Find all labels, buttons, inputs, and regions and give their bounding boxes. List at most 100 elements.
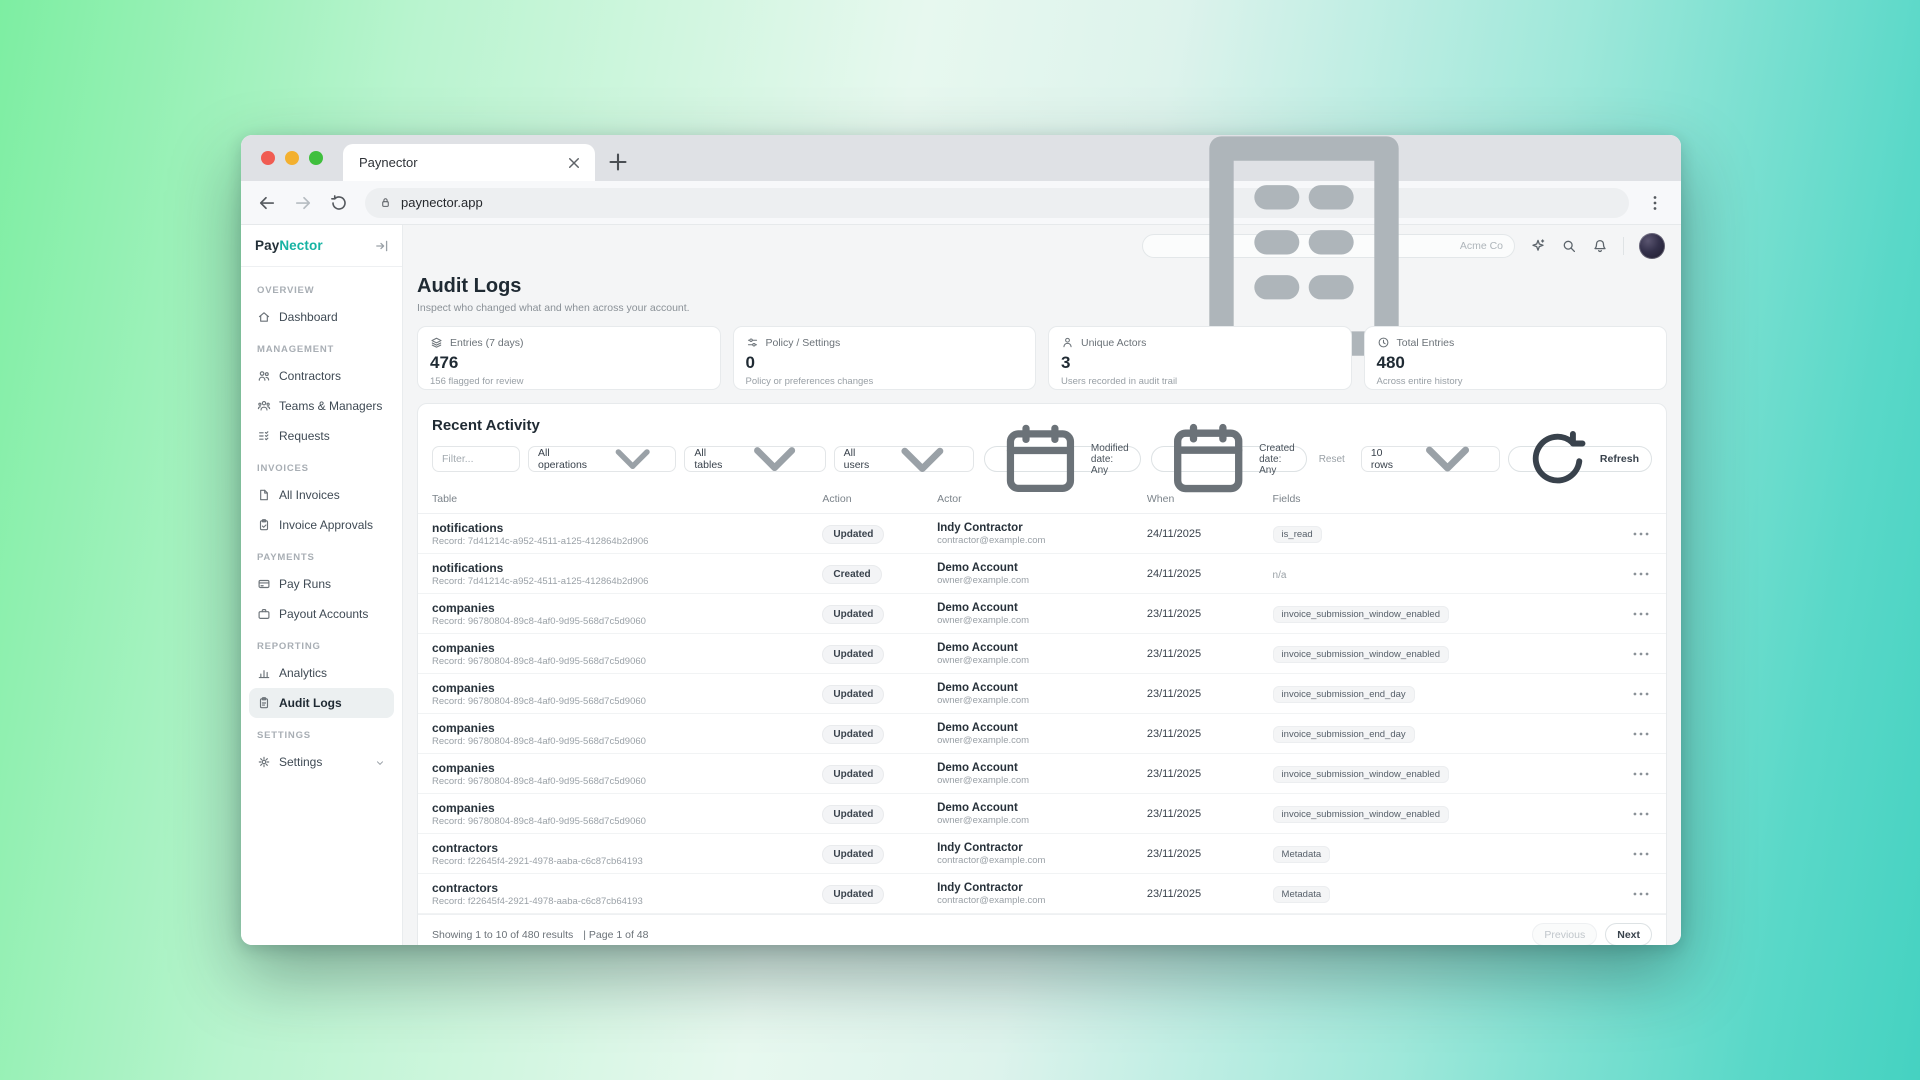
row-menu-button[interactable]: [1630, 723, 1652, 745]
forward-button[interactable]: [293, 193, 313, 213]
row-menu-button[interactable]: [1630, 883, 1652, 905]
action-badge: Updated: [822, 685, 884, 704]
next-page-button[interactable]: Next: [1605, 923, 1652, 945]
app-logo: PayNector: [255, 238, 323, 253]
sidebar-item-analytics[interactable]: Analytics: [249, 658, 394, 688]
page-content: Audit Logs Inspect who changed what and …: [403, 267, 1681, 945]
rows-per-page-select[interactable]: 10 rows: [1361, 446, 1500, 472]
refresh-button[interactable]: Refresh: [1508, 446, 1652, 472]
table-row: contractorsRecord: f22645f4-2921-4978-aa…: [418, 834, 1666, 874]
reload-button[interactable]: [329, 193, 349, 213]
row-menu-button[interactable]: [1630, 683, 1652, 705]
users-select[interactable]: All users: [834, 446, 974, 472]
row-record-id: Record: 7d41214c-a952-4511-a125-412864b2…: [432, 536, 822, 547]
home-icon: [257, 310, 271, 324]
sidebar-item-all-invoices[interactable]: All Invoices: [249, 480, 394, 510]
sidebar-item-label: Requests: [279, 429, 330, 443]
row-menu-button[interactable]: [1630, 563, 1652, 585]
action-badge: Updated: [822, 805, 884, 824]
new-tab-button[interactable]: [605, 149, 631, 175]
column-header-action: Action: [822, 493, 937, 505]
maximize-window-button[interactable]: [309, 151, 323, 165]
calendar-icon: [1163, 414, 1253, 504]
tables-select[interactable]: All tables: [684, 446, 825, 472]
stat-value: 480: [1377, 353, 1655, 373]
reset-filters-button[interactable]: Reset: [1319, 454, 1345, 465]
briefcase-icon: [257, 607, 271, 621]
row-menu-button[interactable]: [1630, 843, 1652, 865]
row-record-id: Record: f22645f4-2921-4978-aaba-c6c87cb6…: [432, 856, 822, 867]
row-table-name: companies: [432, 641, 822, 655]
table-row: companiesRecord: 96780804-89c8-4af0-9d95…: [418, 594, 1666, 634]
row-date: 23/11/2025: [1147, 728, 1273, 740]
action-badge: Updated: [822, 525, 884, 544]
column-header-when: When: [1147, 493, 1273, 505]
filter-bar: All operations All tables All users: [418, 437, 1666, 484]
row-table-name: companies: [432, 721, 822, 735]
tab-close-icon[interactable]: [565, 154, 583, 172]
fields-badge: invoice_submission_end_day: [1273, 726, 1415, 743]
created-date-filter[interactable]: Created date: Any: [1151, 446, 1307, 472]
actor-email: owner@example.com: [937, 615, 1147, 626]
action-badge: Updated: [822, 885, 884, 904]
sidebar-logo-row: PayNector: [241, 225, 402, 267]
actor-name: Indy Contractor: [937, 882, 1147, 894]
sidebar-section-overview: OVERVIEW: [249, 273, 394, 302]
row-menu-button[interactable]: [1630, 523, 1652, 545]
sidebar-item-pay-runs[interactable]: Pay Runs: [249, 569, 394, 599]
org-switcher[interactable]: Acme Co: [1142, 234, 1515, 258]
stat-label: Entries (7 days): [450, 337, 524, 349]
sidebar-item-teams-managers[interactable]: Teams & Managers: [249, 391, 394, 421]
filter-input[interactable]: [432, 446, 520, 472]
row-date: 23/11/2025: [1147, 608, 1273, 620]
fields-badge: invoice_submission_window_enabled: [1273, 646, 1449, 663]
stat-card-unique-actors: Unique Actors3Users recorded in audit tr…: [1048, 326, 1352, 390]
back-button[interactable]: [257, 193, 277, 213]
close-window-button[interactable]: [261, 151, 275, 165]
window-controls: [255, 135, 327, 181]
row-table-name: notifications: [432, 561, 822, 575]
operations-select[interactable]: All operations: [528, 446, 676, 472]
row-table-name: contractors: [432, 881, 822, 895]
chevron-down-icon: [734, 418, 815, 499]
stat-value: 476: [430, 353, 708, 373]
search-icon[interactable]: [1561, 238, 1577, 254]
row-menu-button[interactable]: [1630, 803, 1652, 825]
sidebar-section-payments: PAYMENTS: [249, 540, 394, 569]
row-record-id: Record: f22645f4-2921-4978-aaba-c6c87cb6…: [432, 896, 822, 907]
sidebar-item-invoice-approvals[interactable]: Invoice Approvals: [249, 510, 394, 540]
row-table-name: companies: [432, 761, 822, 775]
sidebar-item-label: Teams & Managers: [279, 399, 382, 413]
actor-name: Indy Contractor: [937, 522, 1147, 534]
table-row: companiesRecord: 96780804-89c8-4af0-9d95…: [418, 634, 1666, 674]
main-area: Acme Co Audit Logs Inspect who changed w…: [403, 225, 1681, 945]
sidebar-item-dashboard[interactable]: Dashboard: [249, 302, 394, 332]
modified-date-filter[interactable]: Modified date: Any: [984, 446, 1141, 472]
stat-value: 0: [746, 353, 1024, 373]
sidebar-item-payout-accounts[interactable]: Payout Accounts: [249, 599, 394, 629]
browser-tab[interactable]: Paynector: [343, 144, 595, 181]
row-menu-button[interactable]: [1630, 603, 1652, 625]
stat-label: Policy / Settings: [766, 337, 841, 349]
previous-page-button[interactable]: Previous: [1532, 923, 1597, 945]
user-avatar[interactable]: [1639, 233, 1665, 259]
sidebar-collapse-icon[interactable]: [374, 238, 390, 254]
browser-menu-button[interactable]: [1645, 193, 1665, 213]
notifications-bell-icon[interactable]: [1592, 238, 1608, 254]
row-menu-button[interactable]: [1630, 643, 1652, 665]
sidebar-item-audit-logs[interactable]: Audit Logs: [249, 688, 394, 718]
chevron-down-icon: [1405, 416, 1490, 501]
sidebar-item-settings[interactable]: Settings: [249, 747, 394, 777]
fields-badge: invoice_submission_window_enabled: [1273, 606, 1449, 623]
action-badge: Updated: [822, 645, 884, 664]
sidebar-item-requests[interactable]: Requests: [249, 421, 394, 451]
fields-value: n/a: [1273, 570, 1287, 581]
sidebar-section-settings: SETTINGS: [249, 718, 394, 747]
row-record-id: Record: 96780804-89c8-4af0-9d95-568d7c5d…: [432, 696, 822, 707]
row-menu-button[interactable]: [1630, 763, 1652, 785]
actor-email: owner@example.com: [937, 775, 1147, 786]
minimize-window-button[interactable]: [285, 151, 299, 165]
sidebar-item-contractors[interactable]: Contractors: [249, 361, 394, 391]
sparkles-icon[interactable]: [1530, 238, 1546, 254]
sidebar-item-label: Settings: [279, 755, 322, 769]
